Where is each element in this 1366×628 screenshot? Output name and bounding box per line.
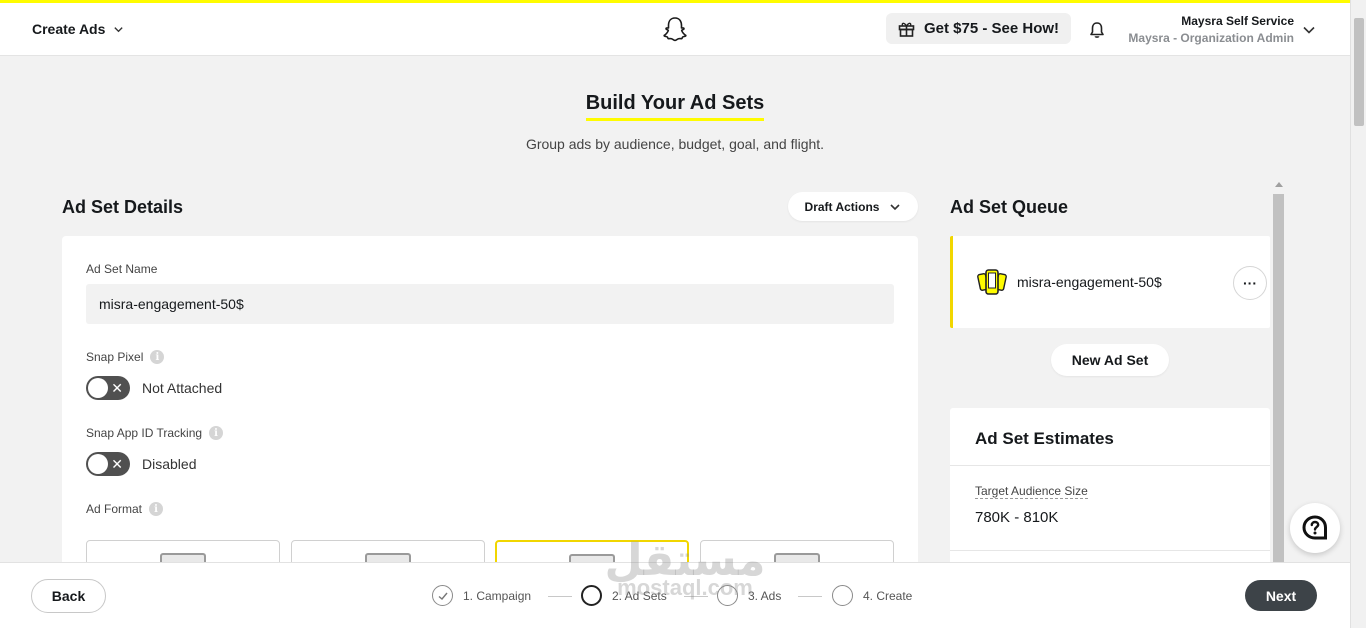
- step-label: 4. Create: [863, 588, 913, 603]
- create-ads-label: Create Ads: [32, 21, 106, 37]
- step-label: 2. Ad Sets: [612, 588, 667, 603]
- phone-ad-icon: [977, 269, 1007, 295]
- help-button[interactable]: [1290, 503, 1340, 553]
- app-id-tracking-row: ✕ Disabled: [86, 452, 196, 476]
- chevron-down-icon: [114, 26, 124, 32]
- app-id-tracking-state: Disabled: [142, 456, 197, 472]
- ad-set-name-label: Ad Set Name: [86, 262, 158, 276]
- step-connector: [798, 596, 822, 597]
- info-icon[interactable]: i: [150, 350, 165, 364]
- check-icon: [432, 585, 453, 606]
- queue-scrollbar-thumb[interactable]: [1273, 194, 1284, 568]
- step-indicator: [832, 585, 853, 606]
- user-account[interactable]: Maysra Self Service Maysra - Organizatio…: [1128, 14, 1294, 45]
- close-icon: ✕: [111, 456, 123, 472]
- page-subtitle: Group ads by audience, budget, goal, and…: [525, 136, 825, 152]
- step-indicator-active: [581, 585, 602, 606]
- draft-actions-button[interactable]: Draft Actions: [788, 192, 918, 221]
- gift-icon: [898, 22, 915, 37]
- step-label: 3. Ads: [748, 588, 782, 603]
- ghost-logo-icon[interactable]: [662, 16, 688, 42]
- snap-pixel-row: ✕ Not Attached: [86, 376, 222, 400]
- step-ad-sets[interactable]: 2. Ad Sets: [581, 585, 667, 606]
- more-icon[interactable]: ···: [1233, 266, 1267, 300]
- next-button[interactable]: Next: [1245, 580, 1317, 611]
- ad-set-details-card: Ad Set Name Snap Pixel i ✕ Not Attached …: [62, 236, 918, 580]
- footer-bar: Back 1. Campaign 2. Ad Sets 3. Ads 4. Cr…: [0, 562, 1350, 628]
- ad-set-estimates-card: Ad Set Estimates Target Audience Size 78…: [950, 408, 1270, 568]
- snap-pixel-state: Not Attached: [142, 380, 223, 396]
- page-scrollbar[interactable]: [1350, 0, 1366, 628]
- queue-item[interactable]: misra-engagement-50$ ···: [950, 236, 1270, 328]
- page-scrollbar-thumb[interactable]: [1354, 18, 1364, 126]
- step-connector: [548, 596, 572, 597]
- queue-item-name: misra-engagement-50$: [1017, 274, 1162, 290]
- create-ads-menu[interactable]: Create Ads: [32, 21, 124, 37]
- step-campaign[interactable]: 1. Campaign: [432, 585, 531, 606]
- scroll-up-arrow[interactable]: [1275, 182, 1283, 187]
- divider: [950, 465, 1270, 466]
- info-icon[interactable]: i: [149, 502, 164, 516]
- user-role: Maysra - Organization Admin: [1128, 31, 1294, 45]
- top-bar: Create Ads Get $75 - See How! Maysra Sel…: [0, 3, 1350, 56]
- target-audience-value: 780K - 810K: [975, 509, 1059, 526]
- draft-actions-label: Draft Actions: [804, 199, 880, 214]
- ad-set-queue-title: Ad Set Queue: [950, 197, 1069, 217]
- back-button[interactable]: Back: [31, 579, 106, 613]
- queue-scrollbar[interactable]: [1272, 182, 1285, 568]
- step-connector: [684, 596, 708, 597]
- chevron-down-icon: [890, 203, 901, 210]
- page-title: Build Your Ad Sets: [0, 92, 1350, 121]
- bell-icon[interactable]: [1088, 21, 1106, 39]
- chevron-down-icon[interactable]: [1302, 23, 1316, 37]
- step-label: 1. Campaign: [463, 588, 532, 603]
- step-ads[interactable]: 3. Ads: [717, 585, 781, 606]
- app-id-tracking-toggle[interactable]: ✕: [86, 452, 130, 476]
- ad-format-label: Ad Format i: [86, 502, 164, 516]
- ad-set-details-title: Ad Set Details: [62, 197, 184, 217]
- step-create[interactable]: 4. Create: [832, 585, 912, 606]
- estimates-title: Ad Set Estimates: [975, 429, 1114, 448]
- help-icon: [1302, 515, 1327, 540]
- promo-label: Get $75 - See How!: [924, 20, 1060, 37]
- step-indicator: [717, 585, 738, 606]
- snap-pixel-toggle[interactable]: ✕: [86, 376, 130, 400]
- snap-pixel-label: Snap Pixel i: [86, 350, 165, 364]
- promo-button[interactable]: Get $75 - See How!: [886, 13, 1072, 44]
- ad-set-name-input[interactable]: [86, 284, 894, 324]
- app-id-tracking-label: Snap App ID Tracking i: [86, 426, 224, 440]
- new-ad-set-button[interactable]: New Ad Set: [1051, 344, 1169, 376]
- info-icon[interactable]: i: [209, 426, 224, 440]
- close-icon: ✕: [111, 380, 123, 396]
- target-audience-label[interactable]: Target Audience Size: [975, 484, 1088, 499]
- divider: [950, 550, 1270, 551]
- user-name: Maysra Self Service: [1181, 14, 1294, 28]
